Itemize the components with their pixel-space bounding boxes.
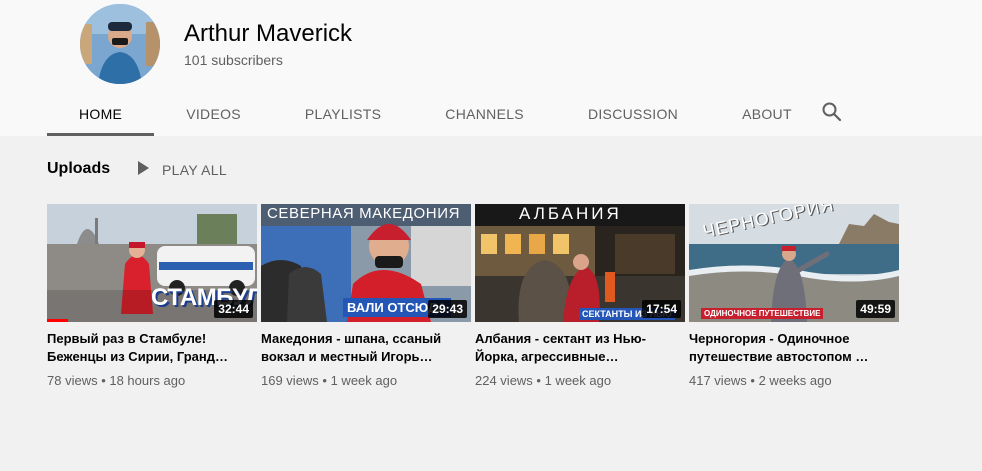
video-meta: 169 views • 1 week ago [261, 372, 471, 390]
tab-videos[interactable]: VIDEOS [154, 92, 273, 136]
video-duration: 29:43 [428, 300, 467, 318]
view-count: 224 views [475, 373, 533, 388]
video-duration: 49:59 [856, 300, 895, 318]
video-meta: 78 views • 18 hours ago [47, 372, 257, 390]
channel-name: Arthur Maverick [184, 20, 353, 47]
video-thumbnail[interactable]: СТАМБУЛ 32:44 [47, 204, 257, 322]
upload-age: 1 week ago [544, 373, 612, 388]
channel-tabs: HOME VIDEOS PLAYLISTS CHANNELS DISCUSSIO… [47, 92, 824, 136]
play-all-label: PLAY ALL [162, 162, 227, 178]
meta-separator: • [318, 373, 331, 388]
video-card: СЕВЕРНАЯ МАКЕДОНИЯ ВАЛИ ОТСЮДА 29:43 Мак… [261, 204, 471, 390]
avatar[interactable] [80, 4, 160, 84]
channel-header: Arthur Maverick 101 subscribers HOME VID… [0, 0, 982, 136]
video-duration: 32:44 [214, 300, 253, 318]
thumbnail-overlay-text: ОДИНОЧНОЕ ПУТЕШЕСТВИЕ [701, 308, 824, 319]
video-card: ЧЕРНОГОРИЯ ОДИНОЧНОЕ ПУТЕШЕСТВИЕ 49:59 Ч… [689, 204, 899, 390]
watch-progress-bar [47, 319, 68, 322]
meta-separator: • [746, 373, 759, 388]
meta-separator: • [532, 373, 545, 388]
upload-age: 2 weeks ago [758, 373, 832, 388]
view-count: 78 views [47, 373, 98, 388]
video-title[interactable]: Черногория - Одиночное путешествие автос… [689, 330, 899, 366]
section-title-uploads[interactable]: Uploads [47, 160, 110, 178]
view-count: 417 views [689, 373, 747, 388]
thumbnail-top-text: СЕВЕРНАЯ МАКЕДОНИЯ [267, 205, 461, 222]
video-thumbnail[interactable]: СЕВЕРНАЯ МАКЕДОНИЯ ВАЛИ ОТСЮДА 29:43 [261, 204, 471, 322]
tab-playlists[interactable]: PLAYLISTS [273, 92, 413, 136]
video-card: АЛБАНИЯ СЕКТАНТЫ ИЗ НЬЮ 17:54 Албания - … [475, 204, 685, 390]
play-all-button[interactable]: PLAY ALL [136, 160, 227, 180]
tab-about[interactable]: ABOUT [710, 92, 824, 136]
video-thumbnail[interactable]: АЛБАНИЯ СЕКТАНТЫ ИЗ НЬЮ 17:54 [475, 204, 685, 322]
tab-channels[interactable]: CHANNELS [413, 92, 556, 136]
tab-home[interactable]: HOME [47, 92, 155, 136]
video-title[interactable]: Албания - сектант из Нью-Йорка, агрессив… [475, 330, 685, 366]
video-thumbnail[interactable]: ЧЕРНОГОРИЯ ОДИНОЧНОЕ ПУТЕШЕСТВИЕ 49:59 [689, 204, 899, 322]
upload-age: 18 hours ago [109, 373, 186, 388]
meta-separator: • [97, 373, 110, 388]
video-meta: 224 views • 1 week ago [475, 372, 685, 390]
tab-discussion[interactable]: DISCUSSION [556, 92, 710, 136]
video-card: СТАМБУЛ 32:44 Первый раз в Стамбуле! Беж… [47, 204, 257, 390]
subscriber-count: 101 subscribers [184, 52, 283, 68]
play-icon [136, 160, 150, 181]
video-meta: 417 views • 2 weeks ago [689, 372, 899, 390]
search-icon[interactable] [820, 100, 844, 124]
view-count: 169 views [261, 373, 319, 388]
thumbnail-top-text: АЛБАНИЯ [519, 204, 622, 223]
video-duration: 17:54 [642, 300, 681, 318]
upload-age: 1 week ago [330, 373, 398, 388]
video-title[interactable]: Македония - шпана, ссаный вокзал и местн… [261, 330, 471, 366]
video-title[interactable]: Первый раз в Стамбуле! Беженцы из Сирии,… [47, 330, 257, 366]
